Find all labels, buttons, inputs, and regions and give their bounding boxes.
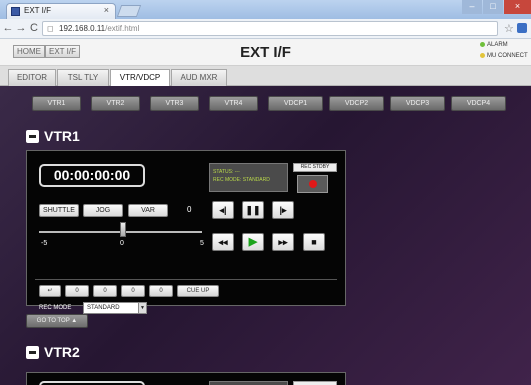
rec-stdby-label: REC STDBY — [293, 163, 337, 172]
tab-aud-mxr[interactable]: AUD MXR — [171, 69, 227, 86]
step-back-icon: ◂| — [219, 205, 227, 215]
browser-tab[interactable]: EXT I/F × — [6, 3, 116, 19]
play-button[interactable]: ▶ — [242, 233, 264, 251]
stop-button[interactable]: ■ — [303, 233, 325, 251]
main-content: VTR1 VTR2 VTR3 VTR4 VDCP1 VDCP2 VDCP3 VD… — [0, 86, 531, 385]
vtr1-title: VTR1 — [44, 128, 80, 144]
slider-max-label: 5 — [200, 240, 204, 247]
cue-minutes-field[interactable]: 0 — [93, 285, 117, 297]
alarm-led-icon — [480, 42, 485, 47]
app-header: HOME EXT I/F EXT I/F ALARM MU CONNECT — [0, 39, 531, 66]
url-host: 192.168.0.11 — [59, 24, 106, 33]
rec-mode-status-text: REC MODE: STANDARD — [213, 177, 270, 183]
tab-vtr-vdcp[interactable]: VTR/VDCP — [110, 69, 170, 87]
main-tab-bar: EDITOR TSL TLY VTR/VDCP AUD MXR — [0, 66, 531, 87]
device-button-vtr3[interactable]: VTR3 — [150, 96, 199, 111]
record-button[interactable] — [297, 175, 328, 193]
rec-mode-select[interactable]: STANDARD ▼ — [83, 302, 147, 314]
collapse-icon[interactable] — [26, 130, 39, 143]
step-forward-button[interactable]: |▸ — [272, 201, 294, 219]
browser-tab-title: EXT I/F — [24, 6, 51, 15]
url-path: /extif.html — [105, 24, 140, 33]
slider-mid-label: 0 — [120, 240, 124, 247]
mu-connect-indicator: MU CONNECT — [480, 53, 528, 59]
rec-mode-label: REC MODE — [39, 305, 72, 311]
page-info-icon: ◻ — [47, 24, 54, 33]
vtr2-timecode-display — [39, 381, 145, 385]
browser-toolbar: ← → C ◻ 192.168.0.11/extif.html — [0, 19, 531, 39]
stop-icon: ■ — [311, 237, 317, 247]
page-title: EXT I/F — [240, 44, 291, 61]
bookmark-star-icon[interactable]: ☆ — [504, 22, 514, 35]
jog-button[interactable]: JOG — [83, 204, 123, 217]
step-back-button[interactable]: ◂| — [212, 201, 234, 219]
cue-seconds-field[interactable]: 0 — [121, 285, 145, 297]
rec-mode-value: STANDARD — [87, 305, 120, 311]
close-tab-icon[interactable]: × — [104, 5, 109, 15]
new-tab-button[interactable] — [116, 5, 142, 17]
shuttle-button[interactable]: SHUTTLE — [39, 204, 79, 217]
vtr2-status-display — [209, 381, 288, 385]
tab-tsl-tly[interactable]: TSL TLY — [57, 69, 109, 86]
mu-connect-label: MU CONNECT — [487, 53, 528, 60]
vtr2-rec-stdby-label — [293, 381, 337, 385]
browser-titlebar: EXT I/F × – □ × — [0, 0, 531, 19]
tab-editor[interactable]: EDITOR — [8, 69, 56, 86]
vtr1-control-panel: 00:00:00:00 STATUS: --- REC MODE: STANDA… — [26, 150, 346, 314]
collapse-icon[interactable] — [26, 346, 39, 359]
minimize-window-icon[interactable]: – — [462, 0, 482, 14]
slider-min-label: -5 — [41, 240, 48, 247]
var-button[interactable]: VAR — [128, 204, 168, 217]
maximize-window-icon[interactable]: □ — [483, 0, 503, 14]
play-icon: ▶ — [248, 236, 258, 248]
device-button-vtr1[interactable]: VTR1 — [32, 96, 81, 111]
device-button-vtr2[interactable]: VTR2 — [91, 96, 140, 111]
device-button-vdcp1[interactable]: VDCP1 — [268, 96, 323, 111]
reload-icon[interactable]: C — [28, 22, 40, 35]
timecode-display: 00:00:00:00 — [39, 164, 145, 187]
cue-hours-field[interactable]: 0 — [65, 285, 89, 297]
rewind-button[interactable]: ◂◂ — [212, 233, 234, 251]
rewind-icon: ◂◂ — [218, 237, 228, 247]
pause-button[interactable]: ❚❚ — [242, 201, 264, 219]
device-button-vtr4[interactable]: VTR4 — [209, 96, 258, 111]
cue-up-button[interactable]: CUE UP — [177, 285, 219, 297]
address-text: 192.168.0.11/extif.html — [59, 24, 139, 33]
cue-frames-field[interactable]: 0 — [149, 285, 173, 297]
forward-arrow-icon[interactable]: → — [15, 22, 27, 35]
speed-slider-handle[interactable] — [120, 222, 126, 237]
device-button-vdcp2[interactable]: VDCP2 — [329, 96, 384, 111]
step-forward-icon: |▸ — [279, 205, 287, 215]
panel-divider — [35, 279, 337, 280]
alarm-indicator: ALARM — [480, 42, 508, 48]
pause-icon: ❚❚ — [245, 205, 261, 215]
favicon-icon — [11, 7, 20, 16]
return-arrow-icon: ↵ — [47, 288, 53, 294]
vtr2-control-panel — [26, 372, 346, 385]
address-bar[interactable]: ◻ 192.168.0.11/extif.html — [42, 21, 498, 36]
back-arrow-icon[interactable]: ← — [2, 22, 14, 35]
go-to-top-button[interactable]: GO TO TOP ▲ — [26, 314, 88, 328]
close-window-icon[interactable]: × — [504, 0, 531, 14]
vtr2-title: VTR2 — [44, 344, 80, 360]
chevron-down-icon: ▼ — [138, 303, 146, 313]
cue-return-button[interactable]: ↵ — [39, 285, 61, 297]
device-button-vdcp4[interactable]: VDCP4 — [451, 96, 506, 111]
var-value: 0 — [187, 205, 192, 214]
alarm-label: ALARM — [487, 42, 508, 49]
status-display: STATUS: --- REC MODE: STANDARD — [209, 163, 288, 192]
extension-icon[interactable] — [517, 23, 527, 33]
status-text: STATUS: --- — [213, 169, 240, 175]
record-icon — [309, 180, 317, 188]
fast-forward-button[interactable]: ▸▸ — [272, 233, 294, 251]
device-button-vdcp3[interactable]: VDCP3 — [390, 96, 445, 111]
fast-forward-icon: ▸▸ — [278, 237, 288, 247]
mu-connect-led-icon — [480, 53, 485, 58]
